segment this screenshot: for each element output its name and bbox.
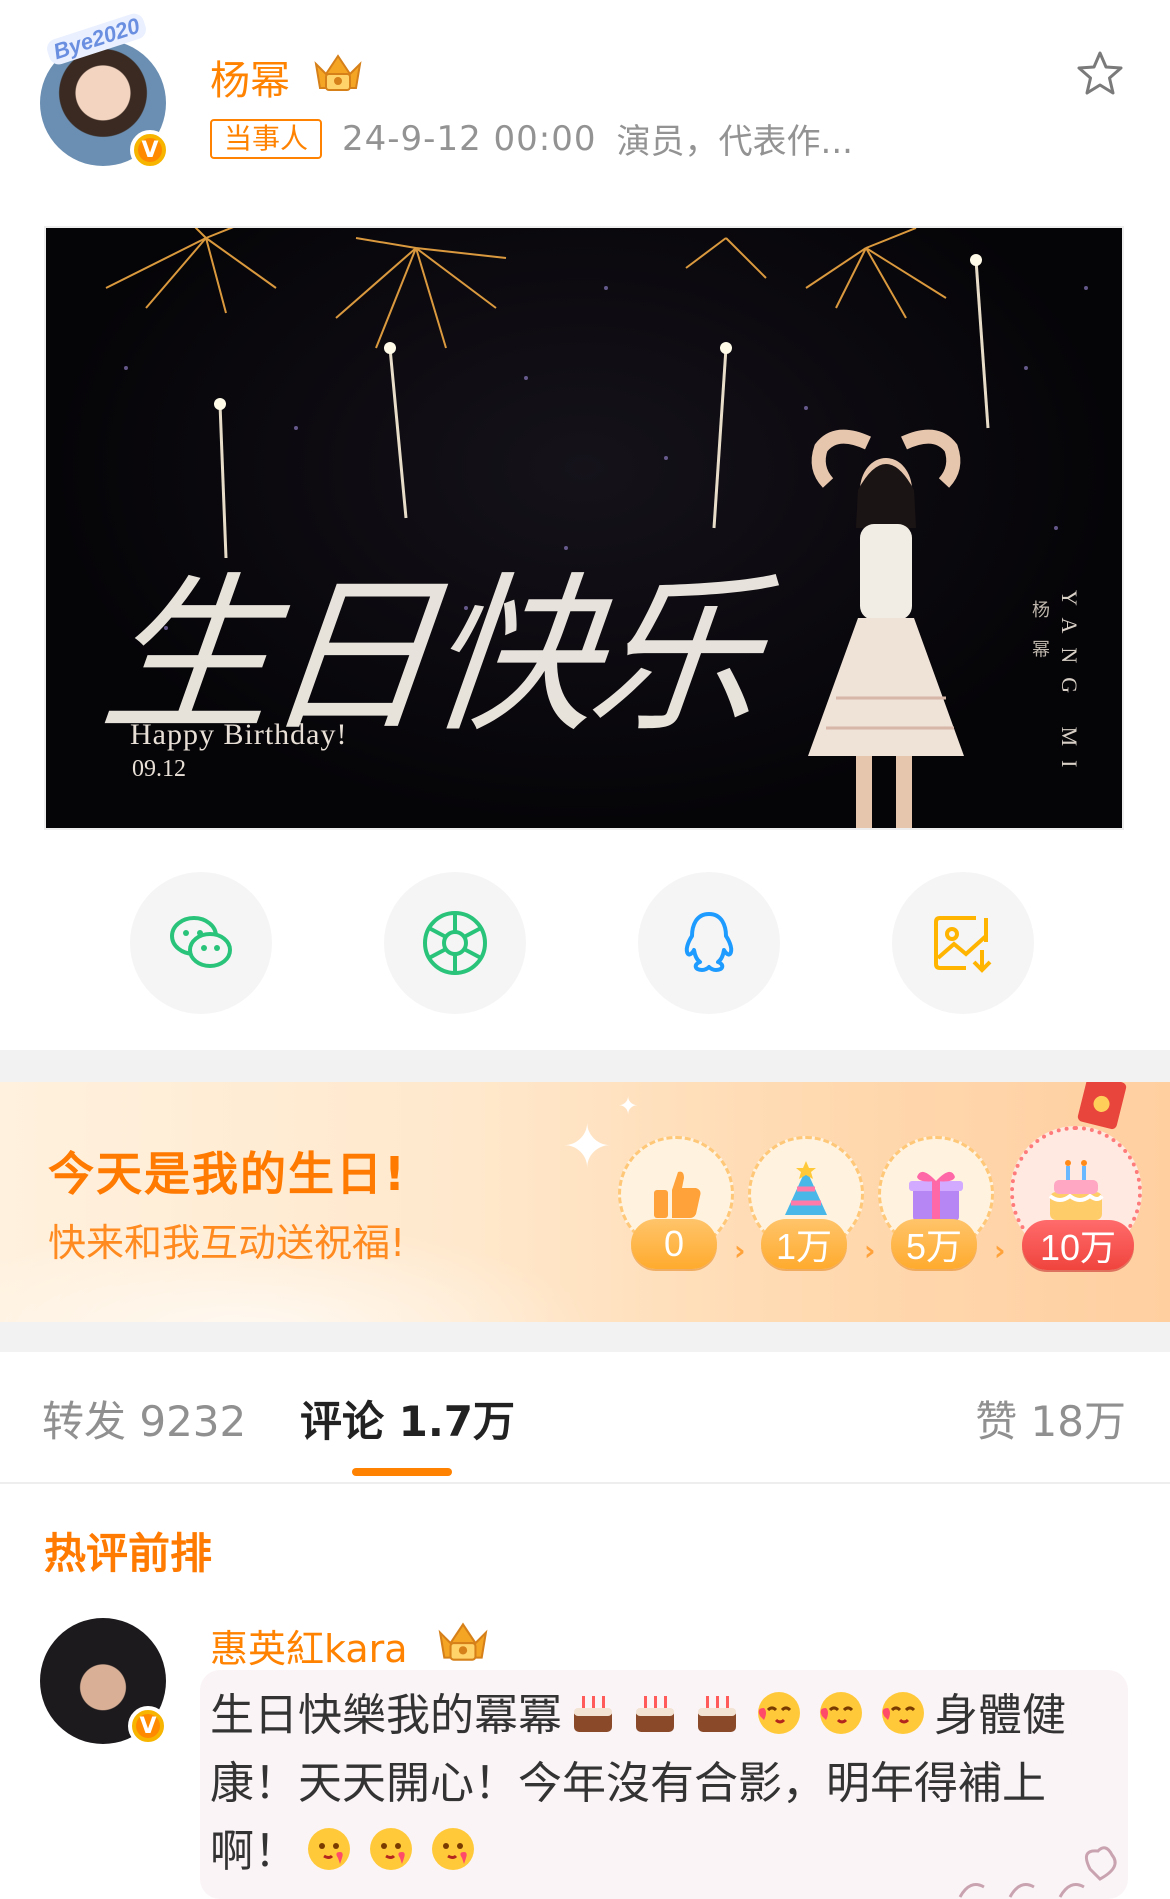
kiss-heart-emoji-icon [820,1692,862,1734]
milestone-progress: 0 › 1万 › 5万 › 10万 [618,1082,1158,1286]
qq-icon [684,912,734,972]
chevron-right-icon: › [994,1234,1006,1267]
chevron-right-icon: › [864,1234,876,1267]
milestone-thumb[interactable]: 0 [618,1136,734,1269]
author-description: 演员，代表作... [616,122,853,162]
author-avatar[interactable]: Bye2020 V [40,10,170,170]
tab-comments[interactable]: 评论 1.7万 [300,1388,515,1449]
banner-date: 09.12 [132,756,186,782]
post-time: 24-9-12 00:00 [342,118,597,159]
sparkle-icon: ✦ [562,1112,613,1182]
banner-subtitle: Happy Birthday! [130,718,348,751]
share-wechat-button[interactable] [130,872,272,1014]
tab-likes[interactable]: 赞 18万 [975,1388,1126,1449]
party-tag: 当事人 [210,118,323,159]
love-emoji-icon [432,1828,474,1870]
milestone-gift[interactable]: 5万 [878,1136,994,1269]
author-name[interactable]: 杨幂 [210,48,290,106]
post-header: Bye2020 V 杨幂 当事人 24-9-12 00:00 演员，代表作... [0,0,1170,190]
milestone-label: 5万 [891,1219,977,1269]
birthday-banner-image[interactable]: 生日快乐 Happy Birthday! 09.12 YANG MI 杨 幂 [44,226,1124,830]
chevron-right-icon: › [734,1234,746,1267]
section-divider [0,1322,1170,1352]
cake-emoji-icon [636,1696,674,1732]
moments-icon [423,911,487,975]
heart-hands-decoration-icon [958,1846,1117,1898]
commenter-name[interactable]: 惠英紅kara [210,1618,408,1673]
banner-signature-cn: 杨 幂 [1029,600,1050,666]
love-emoji-icon [370,1828,412,1870]
save-image-button[interactable] [892,872,1034,1014]
cake-emoji-icon [698,1696,736,1732]
milestone-cake[interactable]: 10万 [1010,1082,1142,1270]
red-packet-icon [1076,1082,1128,1131]
kiss-heart-emoji-icon [758,1692,800,1734]
milestone-label: 1万 [761,1219,847,1269]
sparkle-icon: ✦ [618,1092,639,1120]
birthday-interaction-card[interactable]: 今天是我的生日! 快来和我互动送祝福! ✦ ✦ 0 › 1万 › 5万 › 10… [0,1082,1170,1322]
banner-signature: YANG MI [1057,590,1082,782]
interaction-tabs: 转发 9232 评论 1.7万 赞 18万 [0,1352,1170,1484]
comment-text-part1: 生日快樂我的冪冪 [210,1690,562,1741]
active-tab-indicator [352,1468,452,1476]
favorite-star-icon[interactable] [1074,48,1126,100]
wechat-icon [170,916,232,968]
section-divider [0,1050,1170,1082]
thumbs-up-icon [654,1171,701,1218]
milestone-party-hat[interactable]: 1万 [748,1136,864,1269]
cake-emoji-icon [574,1696,612,1732]
milestone-label: 0 [631,1219,717,1269]
birthday-card-subtitle: 快来和我互动送祝福! [48,1221,406,1265]
person-figure [808,429,964,828]
hot-comments-title: 热评前排 [44,1529,213,1578]
share-row [0,872,1170,1020]
crown-icon [438,1622,488,1661]
share-qq-button[interactable] [638,872,780,1014]
verified-badge-icon: V [128,1706,168,1746]
commenter-avatar[interactable]: V [40,1618,168,1746]
love-emoji-icon [308,1828,350,1870]
post-meta: 当事人 24-9-12 00:00 演员，代表作... [210,114,853,163]
save-image-icon [934,916,992,973]
tab-repost[interactable]: 转发 9232 [42,1388,246,1449]
verified-badge-icon: V [130,130,170,170]
share-moments-button[interactable] [384,872,526,1014]
birthday-card-title: 今天是我的生日! [48,1147,407,1201]
crown-icon [314,54,362,91]
kiss-heart-emoji-icon [882,1692,924,1734]
milestone-label: 10万 [1022,1220,1134,1270]
